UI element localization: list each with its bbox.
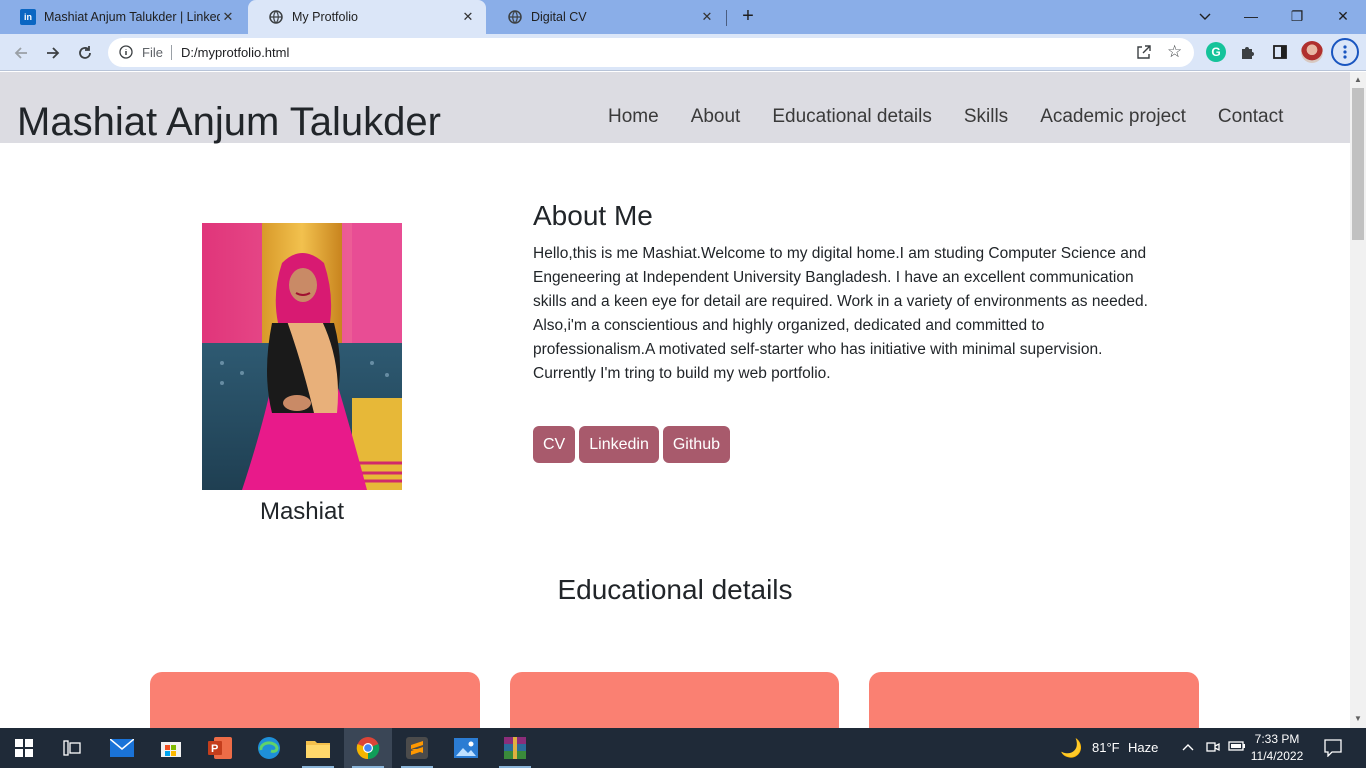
close-tab-icon[interactable]: ✕ <box>699 9 715 25</box>
nav-academic-project[interactable]: Academic project <box>1024 106 1202 128</box>
page-scrollbar[interactable]: ▲ ▼ <box>1350 72 1366 728</box>
site-info-icon[interactable] <box>119 45 133 64</box>
back-button[interactable] <box>9 41 33 65</box>
tab-separator <box>726 10 727 26</box>
page-viewport: Mashiat Anjum Talukder Home About Educat… <box>0 72 1350 728</box>
nav-home[interactable]: Home <box>592 106 675 128</box>
cv-button[interactable]: CV <box>533 426 576 463</box>
close-window-button[interactable]: ✕ <box>1320 0 1366 34</box>
profile-avatar[interactable] <box>1301 41 1323 63</box>
scroll-down-arrow[interactable]: ▼ <box>1354 714 1362 723</box>
tab-title: My Protfolio <box>292 10 358 24</box>
browser-tab-strip: in Mashiat Anjum Talukder | Linkedi ✕ My… <box>0 0 1366 34</box>
close-tab-icon[interactable]: ✕ <box>220 9 236 25</box>
globe-icon <box>507 9 523 25</box>
tab-title: Mashiat Anjum Talukder | Linkedi <box>44 10 220 24</box>
new-tab-button[interactable]: + <box>738 6 758 27</box>
profile-photo <box>202 223 402 490</box>
weather-moon-icon[interactable]: 🌙 <box>1060 738 1082 759</box>
windows-taskbar: P 🌙 81°F Haze 7:33 PM 11/4/2022 <box>0 728 1366 768</box>
meet-now-icon[interactable] <box>1206 740 1220 757</box>
bookmark-star-icon[interactable]: ☆ <box>1167 43 1182 60</box>
address-divider <box>171 45 172 60</box>
forward-button[interactable] <box>41 41 65 65</box>
close-tab-icon[interactable]: ✕ <box>460 9 476 25</box>
side-panel-icon[interactable] <box>1270 42 1290 62</box>
scroll-up-arrow[interactable]: ▲ <box>1354 75 1362 84</box>
linkedin-button[interactable]: Linkedin <box>579 426 659 463</box>
tab-linkedin[interactable]: in Mashiat Anjum Talukder | Linkedi ✕ <box>0 0 246 34</box>
system-clock[interactable]: 7:33 PM 11/4/2022 <box>1250 731 1304 765</box>
nav-skills[interactable]: Skills <box>948 106 1024 128</box>
linkedin-icon: in <box>20 9 36 25</box>
tab-digital-cv[interactable]: Digital CV ✕ <box>487 0 725 34</box>
about-text: Hello,this is me Mashiat.Welcome to my d… <box>533 242 1153 386</box>
chrome-icon[interactable] <box>344 728 392 768</box>
about-paragraph-2: Currently I'm tring to build my web port… <box>533 365 831 382</box>
powerpoint-icon[interactable]: P <box>196 728 244 768</box>
weather-condition[interactable]: Haze <box>1128 740 1158 755</box>
educational-details-heading: Educational details <box>557 574 793 605</box>
clock-date: 11/4/2022 <box>1250 749 1304 763</box>
tab-search-button[interactable] <box>1182 0 1228 34</box>
mail-icon[interactable] <box>98 728 146 768</box>
tab-my-portfolio[interactable]: My Protfolio ✕ <box>248 0 486 34</box>
globe-icon <box>268 9 284 25</box>
grammarly-extension-icon[interactable]: G <box>1206 42 1226 62</box>
file-explorer-icon[interactable] <box>294 728 342 768</box>
extensions-puzzle-icon[interactable] <box>1238 42 1258 62</box>
browser-toolbar: File D:/myprotfolio.html ☆ G <box>0 34 1366 71</box>
nav-educational-details[interactable]: Educational details <box>756 106 948 128</box>
browser-menu-button[interactable] <box>1331 38 1359 66</box>
svg-text:P: P <box>211 743 218 755</box>
sublime-text-icon[interactable] <box>393 728 441 768</box>
nav-links: Home About Educational details Skills Ac… <box>592 106 1299 128</box>
battery-icon[interactable] <box>1228 740 1246 755</box>
site-brand[interactable]: Mashiat Anjum Talukder <box>17 98 441 146</box>
notifications-icon[interactable] <box>1324 739 1342 760</box>
minimize-button[interactable]: — <box>1228 0 1274 34</box>
show-hidden-icons-icon[interactable] <box>1182 739 1194 754</box>
task-view-icon[interactable] <box>48 728 96 768</box>
education-card <box>150 672 480 728</box>
education-card <box>869 672 1199 728</box>
address-bar[interactable]: File D:/myprotfolio.html ☆ <box>108 38 1194 67</box>
site-navbar: Mashiat Anjum Talukder Home About Educat… <box>0 72 1350 146</box>
winrar-icon[interactable] <box>491 728 539 768</box>
photos-icon[interactable] <box>442 728 490 768</box>
url-text[interactable]: D:/myprotfolio.html <box>181 45 289 60</box>
about-paragraph: Hello,this is me Mashiat.Welcome to my d… <box>533 245 1148 358</box>
share-icon[interactable] <box>1136 44 1152 65</box>
education-card <box>510 672 839 728</box>
restore-button[interactable]: ❐ <box>1274 0 1320 34</box>
start-button[interactable] <box>0 728 48 768</box>
clock-time: 7:33 PM <box>1254 732 1300 746</box>
about-buttons: CV Linkedin Github <box>533 426 730 463</box>
weather-temperature[interactable]: 81°F <box>1092 740 1120 755</box>
nav-contact[interactable]: Contact <box>1202 106 1299 128</box>
scroll-thumb[interactable] <box>1352 88 1364 240</box>
nav-about[interactable]: About <box>675 106 757 128</box>
edge-icon[interactable] <box>245 728 293 768</box>
store-icon[interactable] <box>147 728 195 768</box>
scheme-label: File <box>142 45 163 60</box>
about-heading: About Me <box>533 200 653 231</box>
tab-title: Digital CV <box>531 10 587 24</box>
profile-name: Mashiat <box>259 498 345 525</box>
reload-button[interactable] <box>73 41 97 65</box>
github-button[interactable]: Github <box>662 426 730 463</box>
